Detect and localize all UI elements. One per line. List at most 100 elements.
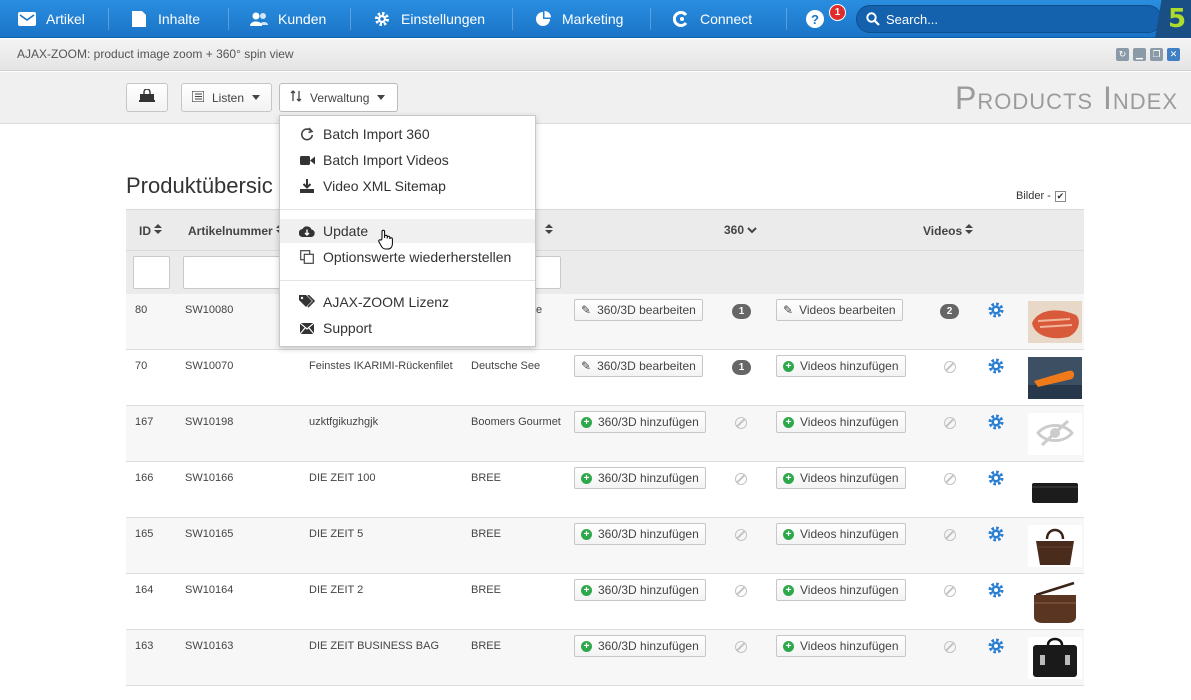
- product-thumbnail[interactable]: [1028, 413, 1082, 455]
- menu-item-batch-import-videos[interactable]: Batch Import Videos: [280, 148, 535, 172]
- table-row[interactable]: 165 SW10165 DIE ZEIT 5 BREE +360/3D hinzufüg…: [126, 518, 1084, 574]
- table-row[interactable]: 167 SW10198 uzktfgikuzhgjk Boomers Gourmet +…: [126, 406, 1084, 462]
- add-videos-button[interactable]: + Videos hinzufügen: [776, 523, 906, 545]
- nav-label: Artikel: [46, 11, 85, 27]
- nav-item-kunden[interactable]: Kunden: [250, 0, 326, 38]
- content-icon: [130, 11, 148, 27]
- sort-icon: [965, 223, 974, 238]
- images-toggle[interactable]: Bilder - ✔: [1016, 190, 1066, 202]
- row-settings-gear-icon[interactable]: [987, 525, 1005, 543]
- window-minimize-button[interactable]: ▁: [1133, 48, 1146, 61]
- cell-id: 166: [135, 472, 154, 484]
- table-row[interactable]: 164 SW10164 DIE ZEIT 2 BREE +360/3D hinzufüg…: [126, 574, 1084, 630]
- product-thumbnail[interactable]: [1028, 637, 1082, 679]
- add-videos-button[interactable]: + Videos hinzufügen: [776, 579, 906, 601]
- plus-circle-icon: +: [783, 584, 794, 596]
- verwaltung-dropdown-button[interactable]: Verwaltung: [279, 83, 398, 112]
- filter-row: [126, 251, 1084, 295]
- product-thumbnail[interactable]: [1028, 525, 1082, 567]
- nav-item-marketing[interactable]: Marketing: [534, 0, 623, 38]
- help-button[interactable]: ?: [806, 10, 824, 28]
- window-title: AJAX-ZOOM: product image zoom + 360° spi…: [17, 47, 294, 61]
- cell-supplier: BREE: [471, 528, 501, 540]
- menu-item-video-xml-sitemap[interactable]: Video XML Sitemap: [280, 174, 535, 198]
- add-videos-button[interactable]: + Videos hinzufügen: [776, 467, 906, 489]
- add-videos-button[interactable]: + Videos hinzufügen: [776, 635, 906, 657]
- table-row[interactable]: 166 SW10166 DIE ZEIT 100 BREE +360/3D hinzuf…: [126, 462, 1084, 518]
- cell-sku: SW10080: [185, 304, 234, 316]
- video-count-badge: 2: [940, 304, 959, 319]
- add-360-button[interactable]: +360/3D hinzufügen: [574, 579, 706, 601]
- nav-item-connect[interactable]: Connect: [672, 0, 752, 38]
- row-settings-gear-icon[interactable]: [987, 581, 1005, 599]
- images-checkbox[interactable]: ✔: [1054, 190, 1066, 202]
- filter-id-input[interactable]: [133, 256, 170, 289]
- menu-item-batch-import-360[interactable]: Batch Import 360: [280, 122, 535, 146]
- add-videos-button[interactable]: + Videos hinzufügen: [776, 411, 906, 433]
- row-settings-gear-icon[interactable]: [987, 357, 1005, 375]
- plus-circle-icon: +: [783, 472, 794, 484]
- nav-item-inhalte[interactable]: Inhalte: [130, 0, 200, 38]
- add-360-button[interactable]: +360/3D hinzufügen: [574, 411, 706, 433]
- spin-count-badge: 1: [732, 360, 751, 375]
- row-settings-gear-icon[interactable]: [987, 469, 1005, 487]
- cell-id: 70: [135, 360, 148, 372]
- add-360-button[interactable]: +360/3D hinzufügen: [574, 635, 706, 657]
- cell-supplier: Boomers Gourmet: [471, 416, 561, 428]
- product-thumbnail[interactable]: [1028, 301, 1082, 343]
- row-settings-gear-icon[interactable]: [987, 301, 1005, 319]
- nav-item-artikel[interactable]: Artikel: [18, 0, 85, 38]
- search-input[interactable]: [886, 11, 1146, 27]
- add-videos-button[interactable]: + Videos hinzufügen: [776, 355, 906, 377]
- list-icon: [191, 89, 205, 105]
- column-header-artikelnummer[interactable]: Artikelnummer: [188, 223, 284, 238]
- notification-badge[interactable]: 1: [829, 4, 846, 21]
- not-available-icon: [735, 473, 747, 485]
- menu-item-support[interactable]: Support: [280, 316, 535, 340]
- product-thumbnail[interactable]: [1028, 357, 1082, 399]
- menu-item-ajax-zoom-lizenz[interactable]: AJAX-ZOOM Lizenz: [280, 290, 535, 314]
- menu-item-label: Video XML Sitemap: [323, 178, 446, 194]
- window-maximize-button[interactable]: ❐: [1150, 48, 1163, 61]
- row-settings-gear-icon[interactable]: [987, 413, 1005, 431]
- shopware-logo[interactable]: 5: [1155, 0, 1191, 38]
- menu-item-optionswerte[interactable]: Optionswerte wiederherstellen: [280, 245, 535, 269]
- window-refresh-button[interactable]: ↻: [1116, 48, 1129, 61]
- nav-divider: [512, 8, 513, 30]
- window-close-button[interactable]: ✕: [1167, 48, 1180, 61]
- column-header-360[interactable]: 360: [724, 223, 757, 237]
- edit-360-button[interactable]: ✎ 360/3D bearbeiten: [574, 355, 703, 377]
- nav-item-einstellungen[interactable]: Einstellungen: [373, 0, 485, 38]
- shop-button[interactable]: [126, 83, 168, 112]
- cell-id: 163: [135, 640, 154, 652]
- search-icon: [866, 12, 880, 26]
- hand-cursor-icon: [378, 229, 394, 254]
- menu-item-label: Update: [323, 223, 369, 239]
- table-row[interactable]: 70 SW10070 Feinstes IKARIMI-Rückenfilet Deu…: [126, 350, 1084, 406]
- not-available-icon: [735, 641, 747, 653]
- row-settings-gear-icon[interactable]: [987, 637, 1005, 655]
- cell-name: DIE ZEIT 2: [309, 584, 364, 596]
- not-available-icon: [944, 361, 956, 373]
- product-thumbnail[interactable]: [1028, 581, 1082, 623]
- plus-circle-icon: +: [581, 416, 592, 428]
- edit-videos-button[interactable]: ✎ Videos bearbeiten: [776, 299, 903, 321]
- column-header-supplier[interactable]: [542, 223, 553, 238]
- column-header-videos[interactable]: Videos: [923, 223, 974, 238]
- not-available-icon: [944, 641, 956, 653]
- cell-sku: SW10070: [185, 360, 234, 372]
- column-header-id[interactable]: ID: [139, 223, 162, 238]
- add-360-button[interactable]: +360/3D hinzufügen: [574, 523, 706, 545]
- table-row[interactable]: 163 SW10163 DIE ZEIT BUSINESS BAG BREE +360/…: [126, 630, 1084, 686]
- cell-supplier: BREE: [471, 584, 501, 596]
- table-row[interactable]: 80 SW10080 e ✎ 360/3D bearbeiten 1 ✎ Videos bea…: [126, 294, 1084, 350]
- listen-label: Listen: [212, 90, 245, 105]
- listen-dropdown-button[interactable]: Listen: [181, 83, 272, 112]
- add-360-button[interactable]: +360/3D hinzufügen: [574, 467, 706, 489]
- cell-id: 164: [135, 584, 154, 596]
- menu-item-update[interactable]: Update: [280, 219, 535, 243]
- product-thumbnail[interactable]: [1028, 469, 1082, 511]
- edit-360-button[interactable]: ✎ 360/3D bearbeiten: [574, 299, 703, 321]
- nav-label: Kunden: [278, 11, 327, 27]
- not-available-icon: [735, 585, 747, 597]
